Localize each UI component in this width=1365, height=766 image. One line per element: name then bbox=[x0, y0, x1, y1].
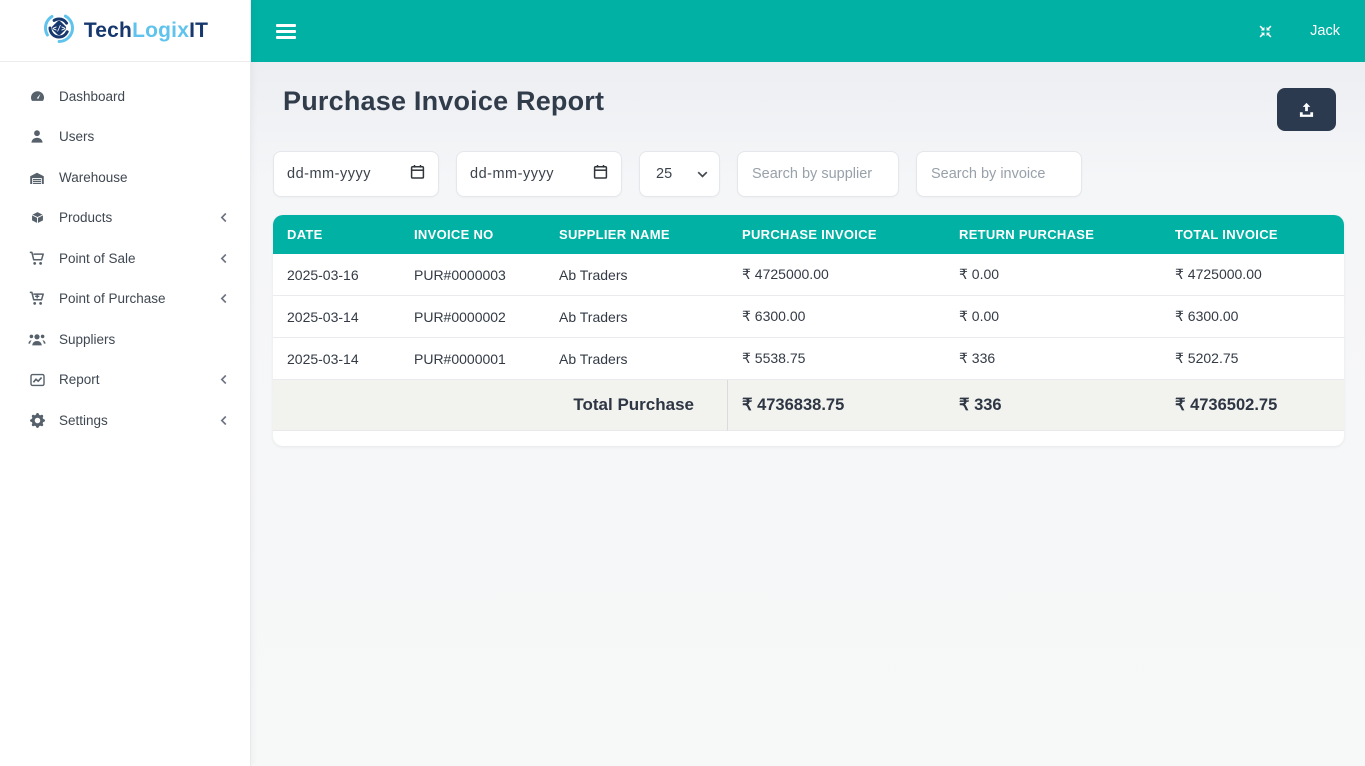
date-to-value: dd-mm-yyyy bbox=[470, 166, 554, 182]
user-menu[interactable]: Jack bbox=[1310, 23, 1340, 39]
calendar-icon bbox=[593, 164, 608, 184]
sidebar-item-report[interactable]: Report bbox=[0, 360, 250, 401]
sidebar-item-label: Point of Sale bbox=[59, 250, 136, 266]
brand-logo[interactable]: </> TechLogixIT bbox=[0, 0, 250, 62]
sidebar-nav: Dashboard Users Warehouse Products Point… bbox=[0, 62, 250, 455]
sidebar-item-label: Dashboard bbox=[59, 88, 126, 104]
cell-date: 2025-03-14 bbox=[273, 296, 400, 338]
chevron-left-icon bbox=[220, 293, 228, 304]
invoice-table: DATE INVOICE NO SUPPLIER NAME PURCHASE I… bbox=[273, 215, 1344, 431]
calendar-icon bbox=[410, 164, 425, 184]
cell-total-invoice: ₹ 5202.75 bbox=[1161, 338, 1344, 380]
user-icon bbox=[28, 129, 46, 145]
table-row: 2025-03-16 PUR#0000003 Ab Traders ₹ 4725… bbox=[273, 254, 1344, 296]
compress-icon bbox=[1259, 25, 1272, 37]
sidebar-item-warehouse[interactable]: Warehouse bbox=[0, 157, 250, 198]
brand-name: TechLogixIT bbox=[83, 18, 209, 42]
cell-invoice-no: PUR#0000003 bbox=[400, 254, 545, 296]
sidebar-item-label: Point of Purchase bbox=[59, 291, 166, 307]
cell-purchase-invoice: ₹ 4725000.00 bbox=[728, 254, 945, 296]
cart-plus-icon bbox=[28, 291, 46, 307]
sidebar-item-suppliers[interactable]: Suppliers bbox=[0, 319, 250, 360]
chevron-down-icon bbox=[697, 166, 708, 182]
sidebar-item-point-of-purchase[interactable]: Point of Purchase bbox=[0, 279, 250, 320]
dashboard-icon bbox=[28, 88, 46, 104]
cell-return-purchase: ₹ 336 bbox=[945, 338, 1161, 380]
cell-purchase-invoice: ₹ 6300.00 bbox=[728, 296, 945, 338]
date-from-value: dd-mm-yyyy bbox=[287, 166, 371, 182]
table-header: DATE INVOICE NO SUPPLIER NAME PURCHASE I… bbox=[273, 215, 1344, 254]
column-header-purchase-invoice: PURCHASE INVOICE bbox=[728, 215, 945, 254]
sidebar-item-settings[interactable]: Settings bbox=[0, 400, 250, 441]
sidebar-item-dashboard[interactable]: Dashboard bbox=[0, 76, 250, 117]
sidebar-item-point-of-sale[interactable]: Point of Sale bbox=[0, 238, 250, 279]
chevron-left-icon bbox=[220, 212, 228, 223]
cell-supplier: Ab Traders bbox=[545, 254, 728, 296]
page-title: Purchase Invoice Report bbox=[283, 86, 605, 116]
cell-supplier: Ab Traders bbox=[545, 338, 728, 380]
cell-return-purchase: ₹ 0.00 bbox=[945, 296, 1161, 338]
sidebar-item-label: Products bbox=[59, 210, 113, 226]
sidebar-item-label: Report bbox=[59, 372, 100, 388]
svg-text:</>: </> bbox=[52, 24, 66, 33]
main-area: Jack Purchase Invoice Report dd-mm-yyyy bbox=[251, 0, 1365, 766]
cell-purchase-invoice: ₹ 5538.75 bbox=[728, 338, 945, 380]
cell-total-invoice: ₹ 6300.00 bbox=[1161, 296, 1344, 338]
chart-line-icon bbox=[28, 372, 46, 388]
gear-icon bbox=[28, 412, 46, 428]
page-size-select[interactable]: 25 bbox=[639, 151, 720, 197]
sidebar-item-label: Warehouse bbox=[59, 169, 128, 185]
table-row: 2025-03-14 PUR#0000002 Ab Traders ₹ 6300… bbox=[273, 296, 1344, 338]
chevron-left-icon bbox=[220, 374, 228, 385]
cell-invoice-no: PUR#0000001 bbox=[400, 338, 545, 380]
warehouse-icon bbox=[28, 169, 46, 185]
column-header-supplier-name: SUPPLIER NAME bbox=[545, 215, 728, 254]
sidebar-item-products[interactable]: Products bbox=[0, 198, 250, 239]
users-group-icon bbox=[28, 331, 46, 347]
column-header-total-invoice: TOTAL INVOICE bbox=[1161, 215, 1344, 254]
table-footer: Total Purchase ₹ 4736838.75 ₹ 336 ₹ 4736… bbox=[273, 380, 1344, 431]
sidebar-toggle-button[interactable] bbox=[276, 23, 296, 39]
invoice-table-card: DATE INVOICE NO SUPPLIER NAME PURCHASE I… bbox=[273, 215, 1344, 446]
fullscreen-toggle-button[interactable] bbox=[1257, 23, 1274, 40]
chevron-left-icon bbox=[220, 253, 228, 264]
supplier-search-input[interactable] bbox=[737, 151, 899, 197]
sidebar-item-label: Suppliers bbox=[59, 331, 116, 347]
filter-bar: dd-mm-yyyy dd-mm-yyyy 25 Search by suppl… bbox=[273, 151, 1343, 197]
sidebar-item-label: Users bbox=[59, 129, 95, 145]
sidebar-item-label: Settings bbox=[59, 412, 108, 428]
page-content: Purchase Invoice Report dd-mm-yyyy dd-mm… bbox=[251, 62, 1365, 766]
date-from-input[interactable]: dd-mm-yyyy bbox=[273, 151, 439, 197]
column-header-date: DATE bbox=[273, 215, 400, 254]
total-label: Total Purchase bbox=[273, 380, 728, 431]
invoice-search-input[interactable] bbox=[916, 151, 1082, 197]
cell-return-purchase: ₹ 0.00 bbox=[945, 254, 1161, 296]
page-size-value: 25 bbox=[656, 166, 673, 182]
total-return-purchase: ₹ 336 bbox=[945, 380, 1161, 431]
column-header-invoice-no: INVOICE NO bbox=[400, 215, 545, 254]
export-button[interactable] bbox=[1277, 88, 1336, 131]
cell-total-invoice: ₹ 4725000.00 bbox=[1161, 254, 1344, 296]
chevron-left-icon bbox=[220, 415, 228, 426]
total-purchase-invoice: ₹ 4736838.75 bbox=[728, 380, 945, 431]
brand-logo-icon: </> bbox=[42, 11, 76, 50]
sidebar: </> TechLogixIT Dashboard Users Warehous… bbox=[0, 0, 251, 766]
topbar: Jack bbox=[251, 0, 1365, 62]
date-to-input[interactable]: dd-mm-yyyy bbox=[456, 151, 622, 197]
box-icon bbox=[28, 210, 46, 226]
total-invoice: ₹ 4736502.75 bbox=[1161, 380, 1344, 431]
column-header-return-purchase: RETURN PURCHASE bbox=[945, 215, 1161, 254]
cell-invoice-no: PUR#0000002 bbox=[400, 296, 545, 338]
table-row: 2025-03-14 PUR#0000001 Ab Traders ₹ 5538… bbox=[273, 338, 1344, 380]
cell-date: 2025-03-16 bbox=[273, 254, 400, 296]
sidebar-item-users[interactable]: Users bbox=[0, 117, 250, 158]
cell-date: 2025-03-14 bbox=[273, 338, 400, 380]
cell-supplier: Ab Traders bbox=[545, 296, 728, 338]
upload-icon bbox=[1299, 102, 1314, 117]
cart-icon bbox=[28, 250, 46, 266]
